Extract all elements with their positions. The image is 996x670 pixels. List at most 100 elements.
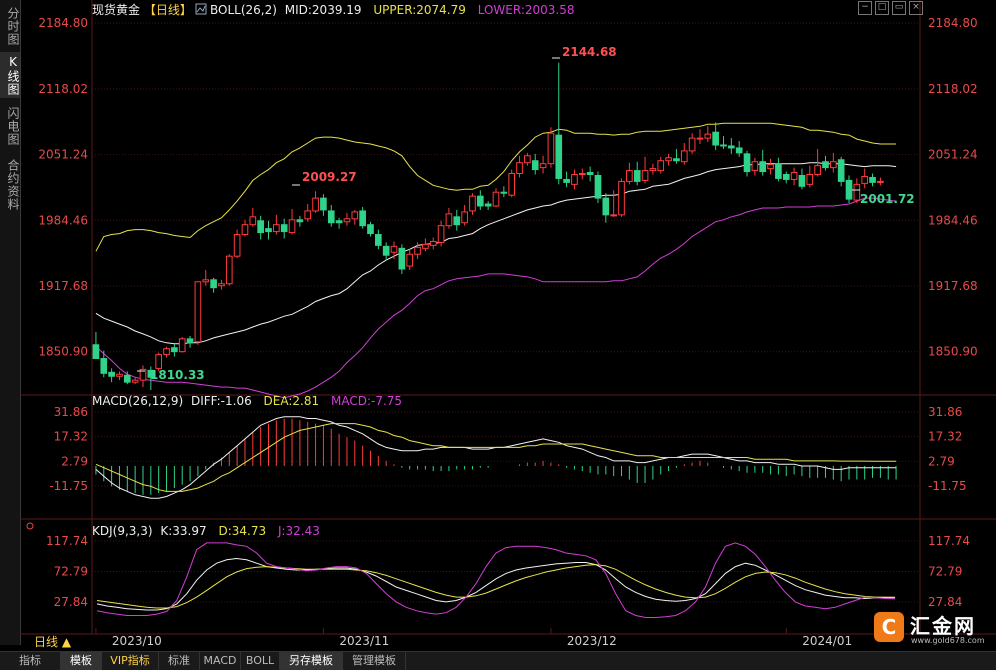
- candle-body: [641, 170, 649, 181]
- candle-body: [367, 224, 374, 235]
- candle-body: [578, 173, 586, 176]
- tab-standard[interactable]: 标准: [159, 652, 200, 670]
- candle-body: [398, 247, 406, 270]
- candle-body: [155, 354, 163, 369]
- price-tick-label-left: 1850.90: [38, 345, 88, 359]
- macd-title: MACD(26,12,9): [92, 394, 183, 408]
- gold678-logo: C 汇金网 www.gold678.com: [872, 610, 992, 650]
- tab-boll[interactable]: BOLL: [241, 652, 280, 670]
- candle-body: [312, 197, 319, 212]
- candle-body: [178, 338, 186, 353]
- sidebar-tab-contract[interactable]: 合约资料: [0, 154, 20, 216]
- candle-body: [500, 191, 508, 194]
- candle-body: [539, 163, 547, 169]
- tab-template[interactable]: 模板: [61, 652, 102, 670]
- candle-body: [790, 172, 798, 180]
- annotation-low: 1810.33: [150, 368, 205, 382]
- candle-body: [704, 133, 712, 139]
- boll-upper: UPPER:2074.79: [373, 3, 465, 17]
- candle-body: [375, 234, 382, 246]
- tab-save-template[interactable]: 另存模板: [280, 652, 343, 670]
- price-tick-label-right: 2118.02: [928, 82, 978, 96]
- y-axis-left: 2184.80 2118.02 2051.24 1984.46 1917.68 1850.…: [38, 16, 88, 609]
- candle-body: [116, 373, 123, 377]
- kdj-legend: KDJ(9,3,3) K:33.97 D:34.73 J:32.43: [92, 524, 320, 538]
- logo-badge-icon: C: [874, 612, 904, 642]
- candle-body: [351, 211, 359, 220]
- candle-body: [531, 160, 539, 171]
- candle-body: [249, 216, 257, 226]
- maximize-icon[interactable]: □: [875, 1, 889, 15]
- candle-body: [484, 203, 492, 207]
- kdj-tick-label-left: 72.79: [54, 565, 88, 579]
- tab-macd[interactable]: MACD: [200, 652, 241, 670]
- candle-body: [92, 344, 100, 360]
- macd-value: MACD:-7.75: [331, 394, 402, 408]
- candle-body: [288, 219, 296, 234]
- close-icon[interactable]: ×: [909, 1, 923, 15]
- sidebar-tab-timeshare[interactable]: 分时图: [0, 4, 20, 48]
- macd-tick-label-left: -11.75: [49, 479, 88, 493]
- boll-lower-line: [95, 197, 897, 399]
- candle-body: [602, 197, 610, 216]
- x-tick-label: 2023/12: [567, 634, 617, 648]
- price-tick-label-left: 1917.68: [38, 279, 88, 293]
- candle-body: [516, 162, 523, 175]
- candle-body: [461, 211, 468, 224]
- instrument-name: 现货黄金: [92, 2, 140, 17]
- candle-body: [327, 210, 335, 224]
- candle-body: [829, 161, 837, 169]
- kdj-panel: [96, 542, 896, 618]
- candle-body: [257, 220, 264, 234]
- sidebar-tab-kline[interactable]: K线图: [0, 52, 20, 98]
- candle-body: [225, 255, 233, 285]
- candle-body: [743, 153, 751, 173]
- candle-body: [547, 132, 555, 165]
- kdj-tick-label-right: 117.74: [928, 534, 970, 548]
- candle-body: [680, 150, 688, 163]
- candle-body: [782, 174, 790, 180]
- tab-vip-indicator[interactable]: VIP指标: [102, 652, 159, 670]
- candle-body: [626, 170, 633, 182]
- candle-body: [806, 174, 814, 185]
- candle-body: [343, 218, 351, 223]
- price-tick-label-right: 1850.90: [928, 345, 978, 359]
- period-tag: 【日线】: [144, 3, 192, 17]
- macd-tick-label-left: 17.32: [54, 430, 88, 444]
- y-axis-right: 2184.80 2118.02 2051.24 1984.46 1917.68 1850.…: [928, 16, 978, 609]
- candle-body: [422, 243, 429, 249]
- candle-body: [837, 159, 845, 182]
- candle-body: [210, 279, 217, 289]
- candle-body: [673, 158, 680, 162]
- restore-icon[interactable]: ▭: [892, 1, 906, 15]
- timeframe-selector[interactable]: 日线 ▲: [20, 634, 104, 651]
- tab-manage-template[interactable]: 管理模板: [343, 652, 406, 670]
- boll-legend: BOLL(26,2) MID:2039.19 UPPER:2074.79 LOW…: [210, 3, 575, 17]
- macd-dea: DEA:2.81: [264, 394, 320, 408]
- candle-body: [594, 174, 602, 199]
- boll-icon-glyph: [196, 5, 206, 13]
- kdj-title: KDJ(9,3,3): [92, 524, 153, 538]
- tab-indicator[interactable]: 指标: [0, 652, 61, 670]
- kdj-settings-icon[interactable]: [26, 522, 34, 530]
- candle-body: [720, 144, 727, 147]
- candle-body: [798, 174, 806, 187]
- candle-body: [437, 225, 445, 243]
- candle-body: [688, 137, 696, 152]
- candle-body: [335, 220, 343, 224]
- candle-body: [759, 161, 767, 173]
- candle-body: [751, 161, 759, 172]
- macd-legend: MACD(26,12,9) DIFF:-1.06 DEA:2.81 MACD:-…: [92, 394, 402, 408]
- price-tick-label-right: 1984.46: [928, 213, 978, 227]
- sidebar-tab-flash[interactable]: 闪电图: [0, 102, 20, 150]
- chart-canvas[interactable]: 2184.80 2118.02 2051.24 1984.46 1917.68 1850.…: [20, 0, 996, 651]
- grid-lines: [20, 0, 996, 635]
- candle-body: [775, 163, 782, 179]
- minimize-icon[interactable]: −: [858, 1, 872, 15]
- annotation-high: 2144.68: [562, 45, 617, 59]
- price-tick-label-left: 2051.24: [38, 148, 88, 162]
- candle-body: [382, 245, 390, 256]
- candle-body: [728, 145, 735, 149]
- candle-body: [171, 347, 178, 353]
- candle-body: [610, 214, 617, 217]
